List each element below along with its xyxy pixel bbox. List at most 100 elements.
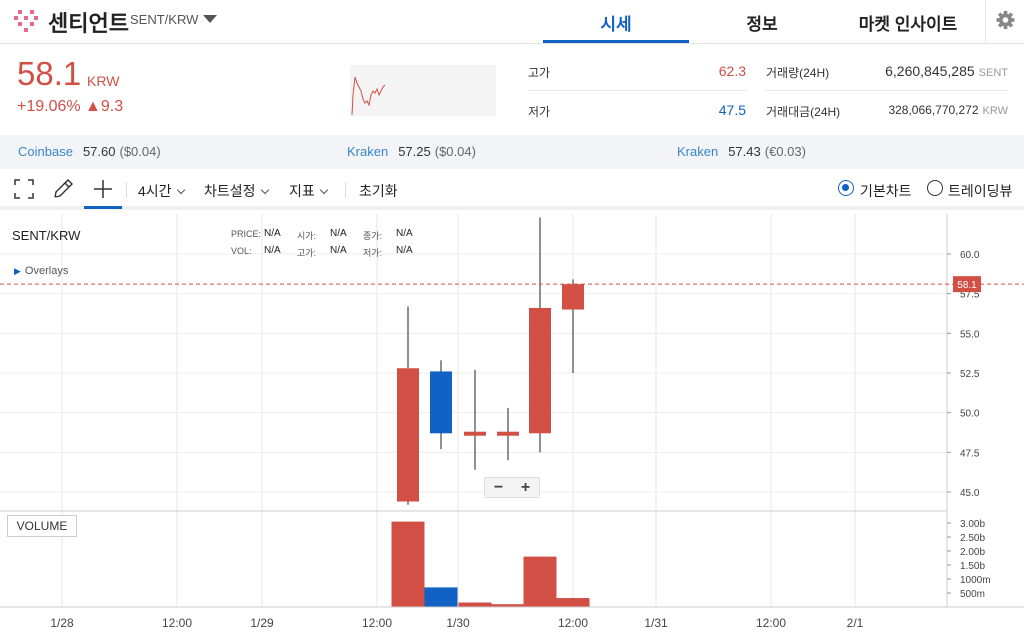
candle-body — [497, 431, 519, 436]
overlays-toggle[interactable]: ▶ Overlays — [14, 265, 68, 277]
volume-24h-value: 6,260,845,285 — [885, 63, 975, 79]
price-axis-label: 47.5 — [960, 448, 980, 459]
volume-axis-label: 1000m — [960, 575, 991, 586]
exchange-price: 57.25 — [398, 144, 431, 159]
tradingview-label[interactable]: 트레이딩뷰 — [948, 181, 1012, 201]
volume-axis-label: 2.00b — [960, 547, 985, 558]
info-high-value: N/A — [330, 245, 347, 256]
volume-bar — [556, 598, 590, 607]
sentient-logo-icon — [14, 10, 38, 32]
chart-settings-dropdown[interactable]: 차트설정 — [204, 181, 269, 201]
exchange-price-kraken-eur[interactable]: Kraken 57.43 (€0.03) — [677, 144, 806, 159]
coin-name: 센티언트 — [48, 11, 129, 36]
volume-bar — [391, 521, 425, 607]
indicators-dropdown[interactable]: 지표 — [289, 181, 329, 201]
time-axis-label: 12:00 — [362, 616, 392, 630]
basic-chart-radio[interactable] — [838, 180, 854, 196]
high-value: 62.3 — [718, 63, 746, 79]
tab-market-price[interactable]: 시세 — [543, 10, 689, 35]
divider — [345, 182, 346, 198]
active-tab-indicator — [543, 40, 689, 43]
volume-bar — [523, 556, 557, 607]
triangle-right-icon: ▶ — [14, 266, 21, 276]
time-axis-label: 2/1 — [847, 616, 864, 630]
low-value: 47.5 — [718, 102, 746, 118]
tab-info[interactable]: 정보 — [689, 10, 835, 35]
amount-24h: 328,066,770,272 KRW — [846, 103, 1008, 117]
indicators-label: 지표 — [289, 183, 315, 199]
volume-bars — [391, 521, 590, 607]
interval-dropdown[interactable]: 4시간 — [138, 181, 185, 201]
price-axis-label: 50.0 — [960, 409, 980, 420]
chart-toolbar: 4시간 차트설정 지표 초기화 기본차트 트레이딩뷰 — [0, 170, 1024, 210]
exchange-diff: (€0.03) — [764, 144, 806, 159]
high-label: 고가 — [528, 66, 551, 80]
info-close-label: 종가: — [363, 231, 383, 241]
zoom-out-button[interactable]: − — [485, 478, 512, 497]
volume-axis-label: 500m — [960, 589, 985, 600]
settings-button[interactable] — [985, 0, 1024, 44]
volume-axis-label: 2.50b — [960, 533, 985, 544]
current-price-label: 58.1 — [957, 280, 977, 291]
caret-down-icon[interactable] — [203, 15, 217, 23]
reset-button[interactable]: 초기화 — [359, 181, 398, 201]
volume-24h-unit: SENT — [978, 67, 1008, 79]
crosshair-icon[interactable] — [92, 178, 114, 200]
zoom-in-button[interactable]: + — [512, 478, 539, 497]
exchange-price-coinbase[interactable]: Coinbase 57.60 ($0.04) — [18, 144, 161, 159]
chevron-down-icon — [260, 185, 269, 195]
price-unit: KRW — [87, 73, 120, 89]
info-price-value: N/A — [264, 228, 281, 239]
pencil-icon[interactable] — [52, 178, 74, 200]
overlays-label: Overlays — [24, 265, 69, 277]
price-axis-label: 52.5 — [960, 369, 980, 380]
candle-body — [529, 307, 551, 434]
time-axis-label: 1/28 — [50, 616, 74, 630]
candlestick-chart[interactable]: 60.057.555.052.550.047.545.03.00b2.50b2.… — [0, 214, 1024, 632]
chart-symbol: SENT/KRW — [12, 228, 81, 243]
exchange-name: Kraken — [677, 144, 719, 159]
price-change: +19.06% ▲9.3 — [17, 98, 124, 115]
candle-body — [562, 284, 584, 310]
exchange-price-bar: Coinbase 57.60 ($0.04) Kraken 57.25 ($0.04) … — [0, 135, 1024, 169]
exchange-price-kraken-usd[interactable]: Kraken 57.25 ($0.04) — [347, 144, 476, 159]
info-high-label: 고가: — [297, 248, 317, 258]
time-axis-label: 1/29 — [250, 616, 274, 630]
volume-panel-label: VOLUME — [7, 515, 77, 537]
pair-selector[interactable]: SENT/KRW — [130, 12, 198, 27]
interval-label: 4시간 — [138, 183, 172, 199]
basic-chart-label[interactable]: 기본차트 — [860, 181, 912, 201]
exchange-name: Coinbase — [18, 144, 73, 159]
divider — [766, 90, 1008, 91]
exchange-price: 57.60 — [82, 144, 116, 159]
chart-grid — [0, 214, 947, 607]
tab-market-insight[interactable]: 마켓 인사이트 — [835, 10, 981, 35]
info-open-label: 시가: — [297, 231, 317, 241]
divider — [126, 182, 127, 198]
fullscreen-icon[interactable] — [13, 178, 35, 200]
chevron-down-icon — [176, 185, 185, 195]
info-low-label: 저가: — [363, 248, 383, 258]
price-axis-label: 55.0 — [960, 329, 980, 340]
volume-axis-label: 3.00b — [960, 519, 985, 530]
volume-axis-label: 1.50b — [960, 561, 985, 572]
gear-icon — [996, 11, 1015, 29]
price-axis-label: 45.0 — [960, 488, 980, 499]
volume-bar — [458, 602, 492, 607]
volume-24h: 6,260,845,285 SENT — [846, 63, 1008, 79]
amount-24h-unit: KRW — [982, 105, 1008, 117]
tradingview-radio[interactable] — [927, 180, 943, 196]
info-open-value: N/A — [330, 228, 347, 239]
candle-body — [397, 368, 419, 502]
info-low-value: N/A — [396, 245, 413, 256]
exchange-name: Kraken — [347, 144, 389, 159]
exchange-diff: ($0.04) — [119, 144, 161, 159]
volume-bar — [424, 587, 458, 607]
active-tool-indicator — [84, 206, 122, 209]
divider — [528, 90, 746, 91]
candle-body — [430, 371, 452, 434]
time-axis-label: 1/31 — [644, 616, 668, 630]
info-vol-value: N/A — [264, 245, 281, 256]
volume-24h-label: 거래량(24H) — [766, 66, 830, 80]
time-axis-label: 12:00 — [756, 616, 786, 630]
